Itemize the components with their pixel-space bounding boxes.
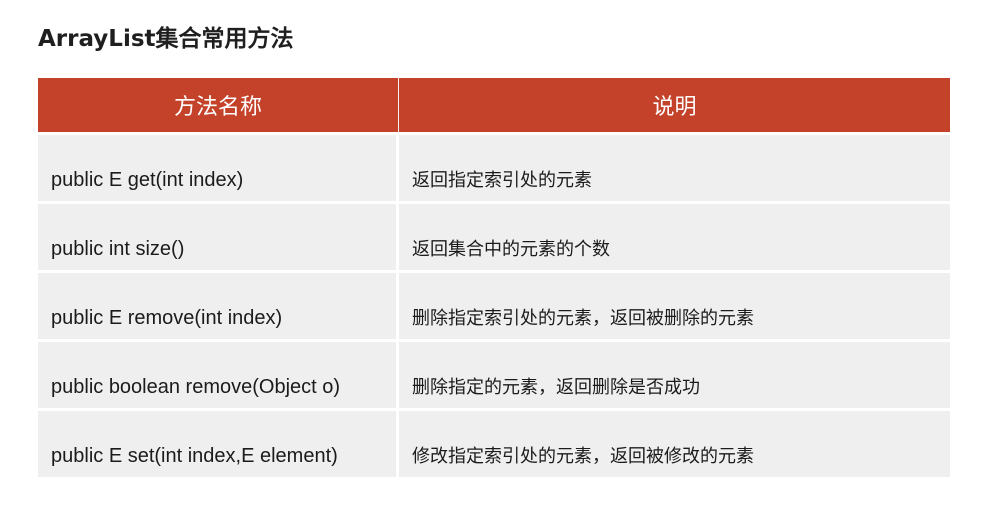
header-method-name: 方法名称 [38, 78, 399, 132]
description-cell: 返回集合中的元素的个数 [399, 204, 950, 270]
method-cell: public E get(int index) [38, 135, 396, 201]
method-cell: public E remove(int index) [38, 273, 396, 339]
page-title: ArrayList集合常用方法 [38, 26, 294, 52]
description-cell: 删除指定的元素，返回删除是否成功 [399, 342, 950, 408]
description-cell: 删除指定索引处的元素，返回被删除的元素 [399, 273, 950, 339]
methods-table: 方法名称 说明 public E get(int index) 返回指定索引处的… [38, 78, 950, 477]
table-row: public E remove(int index) 删除指定索引处的元素，返回… [38, 273, 950, 339]
description-cell: 返回指定索引处的元素 [399, 135, 950, 201]
method-cell: public int size() [38, 204, 396, 270]
table-row: public E set(int index,E element) 修改指定索引… [38, 411, 950, 477]
table-row: public E get(int index) 返回指定索引处的元素 [38, 135, 950, 201]
table-row: public int size() 返回集合中的元素的个数 [38, 204, 950, 270]
header-description: 说明 [652, 95, 697, 120]
method-cell: public boolean remove(Object o) [38, 342, 396, 408]
table-header-row: 方法名称 说明 [38, 78, 950, 132]
method-cell: public E set(int index,E element) [38, 411, 396, 477]
table-row: public boolean remove(Object o) 删除指定的元素，… [38, 342, 950, 408]
description-cell: 修改指定索引处的元素，返回被修改的元素 [399, 411, 950, 477]
